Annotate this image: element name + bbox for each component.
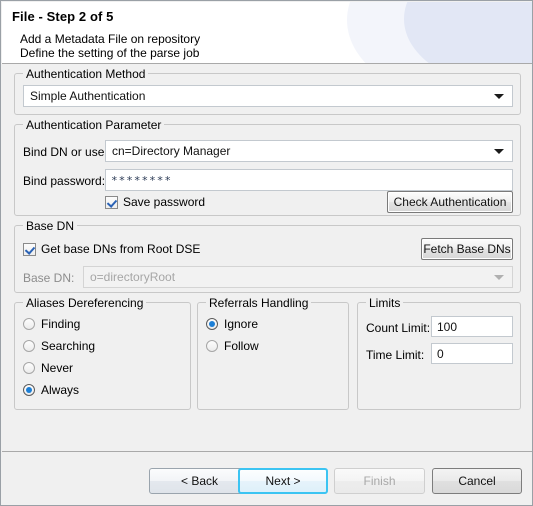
next-button-label: Next > <box>265 474 301 488</box>
checkbox-check-icon <box>105 195 118 209</box>
header-subtitle-line-2: Define the setting of the parse job <box>20 46 200 60</box>
bind-password-value: ******** <box>111 173 172 187</box>
base-dn-label: Base DN: <box>23 271 75 285</box>
authentication-parameter-legend: Authentication Parameter <box>23 118 165 132</box>
limits-group: Limits Count Limit: 100 Time Limit: 0 <box>357 296 521 410</box>
count-limit-value: 100 <box>437 319 458 334</box>
header-subtitle-line-1: Add a Metadata File on repository <box>20 32 201 46</box>
time-limit-value: 0 <box>437 346 444 361</box>
banner-arc-inner-decoration <box>404 2 532 63</box>
aliases-dereferencing-legend: Aliases Dereferencing <box>23 296 147 310</box>
base-dn-legend: Base DN <box>23 219 78 233</box>
radio-selected-icon <box>23 384 35 396</box>
radio-unselected-icon <box>23 362 35 374</box>
authentication-method-legend: Authentication Method <box>23 67 149 81</box>
footer-separator <box>2 451 532 452</box>
limits-legend: Limits <box>366 296 404 310</box>
authentication-method-value: Simple Authentication <box>30 89 146 103</box>
radio-label: Ignore <box>224 317 259 331</box>
authentication-parameter-group: Authentication Parameter Bind DN or user… <box>14 118 521 216</box>
fetch-base-dns-button-label: Fetch Base DNs <box>423 242 511 256</box>
check-authentication-button[interactable]: Check Authentication <box>387 191 513 213</box>
chevron-down-icon <box>494 275 504 280</box>
authentication-method-group: Authentication Method Simple Authenticat… <box>14 67 521 115</box>
get-base-dns-label: Get base DNs from Root DSE <box>41 242 201 256</box>
referrals-handling-legend: Referrals Handling <box>206 296 312 310</box>
get-base-dns-checkbox[interactable]: Get base DNs from Root DSE <box>23 242 200 256</box>
radio-label: Searching <box>41 339 96 353</box>
cancel-button-label: Cancel <box>458 474 496 488</box>
referrals-handling-group: Referrals Handling Ignore Follow <box>197 296 349 410</box>
back-button[interactable]: < Back <box>149 468 250 494</box>
authentication-method-combo[interactable]: Simple Authentication <box>23 85 513 107</box>
radio-aliases-never[interactable]: Never <box>23 361 73 375</box>
radio-unselected-icon <box>206 340 218 352</box>
finish-button: Finish <box>334 468 425 494</box>
radio-label: Never <box>41 361 74 375</box>
bind-password-label: Bind password: <box>23 174 106 188</box>
bind-dn-combo[interactable]: cn=Directory Manager <box>105 140 513 162</box>
base-dn-combo[interactable]: o=directoryRoot <box>83 266 513 288</box>
base-dn-group: Base DN Get base DNs from Root DSE Fetch… <box>14 219 521 293</box>
radio-unselected-icon <box>23 340 35 352</box>
radio-aliases-searching[interactable]: Searching <box>23 339 95 353</box>
base-dn-value: o=directoryRoot <box>90 270 176 284</box>
save-password-checkbox[interactable]: Save password <box>105 195 205 209</box>
time-limit-input[interactable]: 0 <box>431 343 513 364</box>
save-password-label: Save password <box>123 195 206 209</box>
wizard-header: File - Step 2 of 5 Add a Metadata File o… <box>2 2 532 63</box>
radio-unselected-icon <box>23 318 35 330</box>
cancel-button[interactable]: Cancel <box>432 468 522 494</box>
bind-dn-value: cn=Directory Manager <box>112 144 231 158</box>
wizard-content: Authentication Method Simple Authenticat… <box>2 64 532 505</box>
count-limit-label: Count Limit: <box>366 321 431 335</box>
count-limit-input[interactable]: 100 <box>431 316 513 337</box>
bind-dn-label: Bind DN or user: <box>23 145 112 159</box>
radio-referrals-ignore[interactable]: Ignore <box>206 317 258 331</box>
radio-referrals-follow[interactable]: Follow <box>206 339 259 353</box>
chevron-down-icon <box>494 94 504 99</box>
page-title: File - Step 2 of 5 <box>12 9 114 24</box>
aliases-dereferencing-group: Aliases Dereferencing Finding Searching … <box>14 296 191 410</box>
chevron-down-icon <box>494 149 504 154</box>
finish-button-label: Finish <box>363 474 396 488</box>
wizard-window: File - Step 2 of 5 Add a Metadata File o… <box>0 0 533 506</box>
fetch-base-dns-button[interactable]: Fetch Base DNs <box>421 238 513 260</box>
radio-label: Follow <box>224 339 259 353</box>
radio-label: Always <box>41 383 80 397</box>
radio-aliases-finding[interactable]: Finding <box>23 317 80 331</box>
banner-arc-outer-decoration <box>347 2 532 63</box>
radio-label: Finding <box>41 317 81 331</box>
bind-password-input[interactable]: ******** <box>105 169 513 191</box>
check-authentication-button-label: Check Authentication <box>393 195 507 209</box>
next-button[interactable]: Next > <box>238 468 328 494</box>
radio-selected-icon <box>206 318 218 330</box>
checkbox-check-icon <box>23 242 36 256</box>
back-button-label: < Back <box>180 474 219 488</box>
radio-aliases-always[interactable]: Always <box>23 383 79 397</box>
time-limit-label: Time Limit: <box>366 348 425 362</box>
